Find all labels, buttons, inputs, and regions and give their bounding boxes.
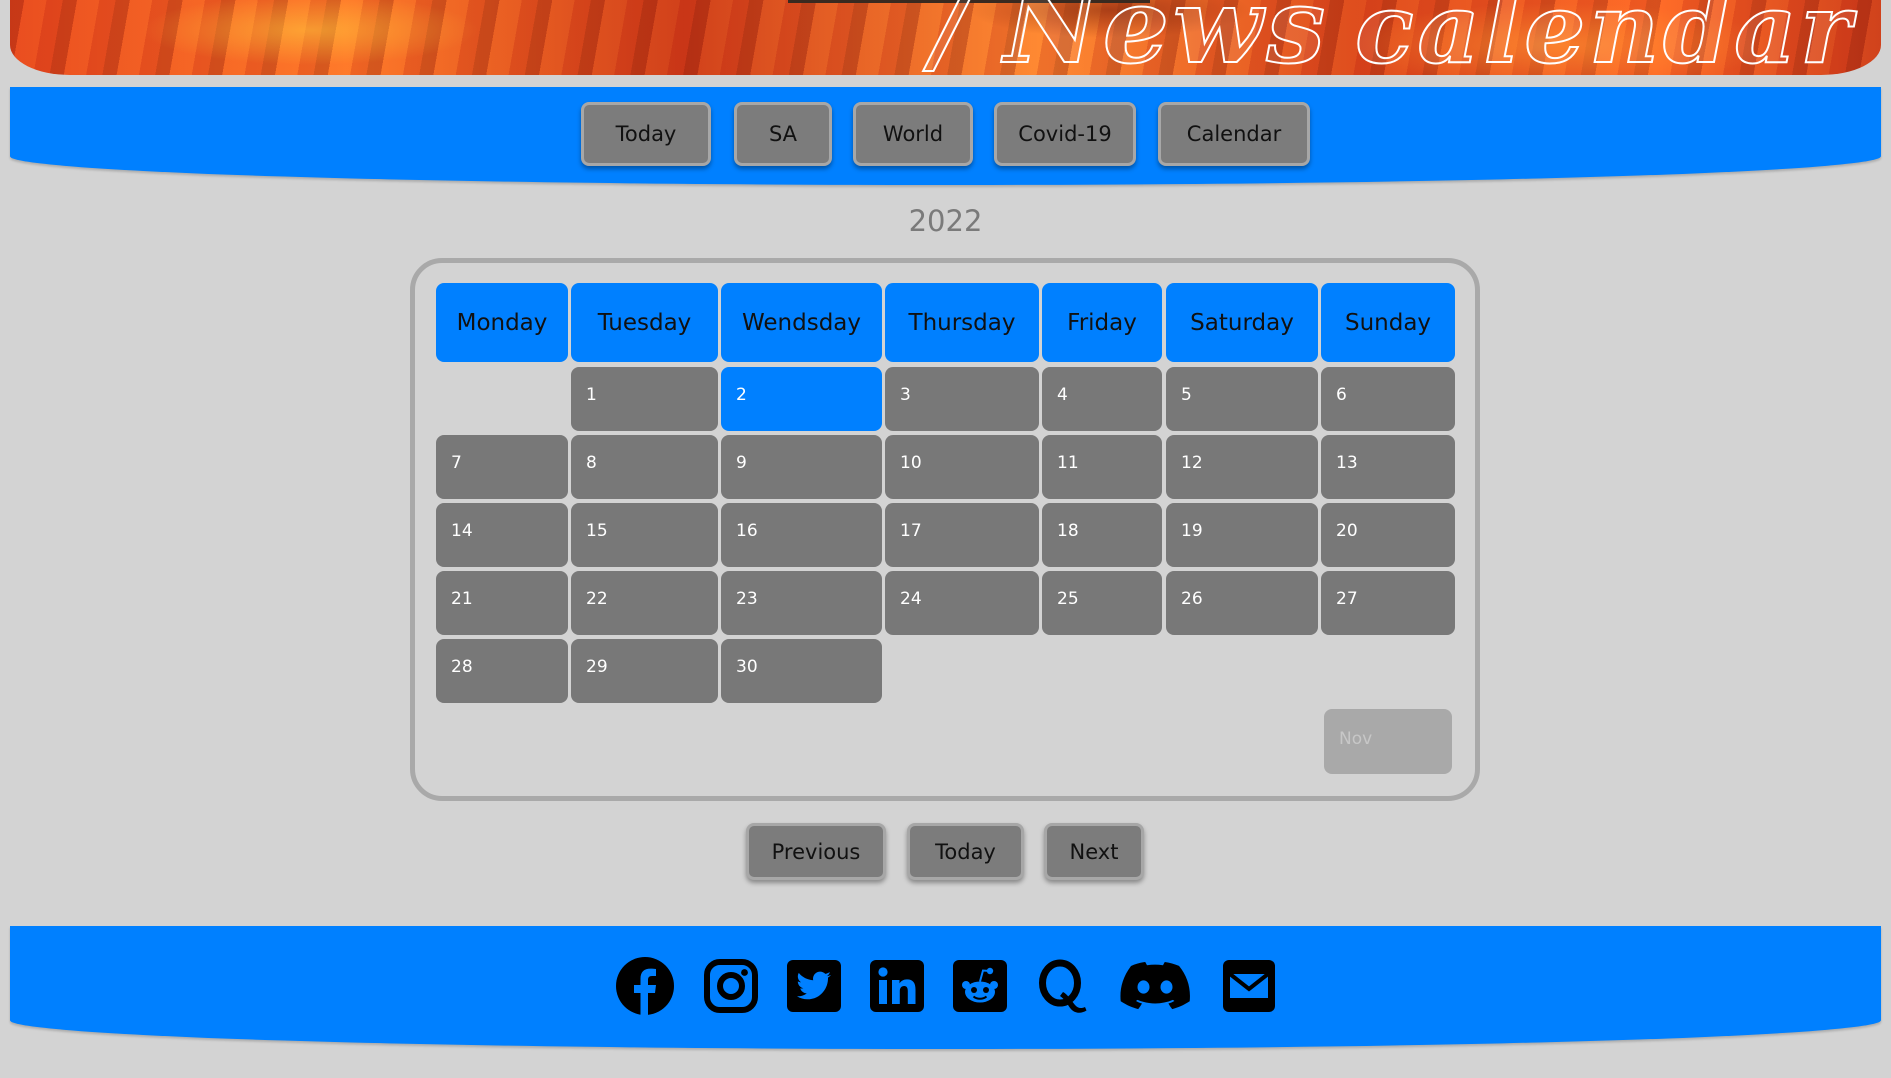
weekday-wednesday: Wendsday: [721, 283, 882, 362]
banner-logo: / News calendar: [930, 0, 1855, 75]
calendar-day[interactable]: 21: [436, 571, 568, 635]
header-banner: / News calendar: [10, 0, 1881, 75]
calendar-day[interactable]: 22: [571, 571, 718, 635]
calendar-day[interactable]: 8: [571, 435, 718, 499]
calendar-year: 2022: [908, 204, 983, 238]
calendar-day[interactable]: 23: [721, 571, 882, 635]
calendar-day[interactable]: 10: [885, 435, 1039, 499]
email-icon: [1223, 960, 1275, 1012]
calendar-day[interactable]: 16: [721, 503, 882, 567]
calendar-day[interactable]: 14: [436, 503, 568, 567]
linkedin-link[interactable]: [869, 956, 925, 1016]
discord-icon: [1120, 961, 1190, 1010]
weekday-friday: Friday: [1042, 283, 1162, 362]
reddit-icon: [953, 960, 1007, 1012]
calendar-day[interactable]: 9: [721, 435, 882, 499]
calendar-day[interactable]: 25: [1042, 571, 1162, 635]
calendar-day[interactable]: 15: [571, 503, 718, 567]
discord-link[interactable]: [1118, 956, 1192, 1016]
calendar-day[interactable]: 3: [885, 367, 1039, 431]
weekday-tuesday: Tuesday: [571, 283, 718, 362]
calendar-day[interactable]: 7: [436, 435, 568, 499]
twitter-link[interactable]: [786, 956, 842, 1016]
next-month-cell[interactable]: Nov: [1324, 709, 1452, 774]
reddit-link[interactable]: [952, 956, 1008, 1016]
weekday-monday: Monday: [436, 283, 568, 362]
calendar-day[interactable]: 12: [1166, 435, 1318, 499]
calendar-day[interactable]: 1: [571, 367, 718, 431]
calendar-day[interactable]: 11: [1042, 435, 1162, 499]
calendar-day[interactable]: 18: [1042, 503, 1162, 567]
quora-link[interactable]: [1034, 956, 1090, 1016]
twitter-icon: [787, 960, 841, 1012]
calendar-day[interactable]: 24: [885, 571, 1039, 635]
nav-covid-button[interactable]: Covid-19: [994, 102, 1136, 166]
weekday-sunday: Sunday: [1321, 283, 1455, 362]
nav-today-button[interactable]: Today: [581, 102, 711, 166]
calendar-day[interactable]: 19: [1166, 503, 1318, 567]
quora-icon: [1039, 959, 1087, 1013]
instagram-link[interactable]: [701, 956, 761, 1016]
calendar-day[interactable]: 13: [1321, 435, 1455, 499]
next-button[interactable]: Next: [1044, 823, 1144, 880]
calendar-day[interactable]: 26: [1166, 571, 1318, 635]
linkedin-icon: [870, 960, 924, 1012]
nav-world-button[interactable]: World: [853, 102, 973, 166]
facebook-icon: [616, 957, 674, 1015]
nav-sa-button[interactable]: SA: [734, 102, 832, 166]
footer-bar: [10, 926, 1881, 1049]
weekday-thursday: Thursday: [885, 283, 1039, 362]
nav-calendar-button[interactable]: Calendar: [1158, 102, 1310, 166]
calendar-day[interactable]: 28: [436, 639, 568, 703]
calendar-day[interactable]: 30: [721, 639, 882, 703]
calendar-day[interactable]: 17: [885, 503, 1039, 567]
facebook-link[interactable]: [615, 956, 675, 1016]
calendar-day[interactable]: 5: [1166, 367, 1318, 431]
calendar-day[interactable]: 20: [1321, 503, 1455, 567]
calendar-day[interactable]: 4: [1042, 367, 1162, 431]
calendar-day-today[interactable]: 2: [721, 367, 882, 431]
today-button[interactable]: Today: [907, 823, 1024, 880]
weekday-saturday: Saturday: [1166, 283, 1318, 362]
nav-bar: Today SA World Covid-19 Calendar: [10, 87, 1881, 185]
calendar-day[interactable]: 27: [1321, 571, 1455, 635]
previous-button[interactable]: Previous: [746, 823, 886, 880]
calendar-day[interactable]: 6: [1321, 367, 1455, 431]
email-link[interactable]: [1222, 956, 1276, 1016]
instagram-icon: [704, 959, 758, 1013]
calendar-day[interactable]: 29: [571, 639, 718, 703]
